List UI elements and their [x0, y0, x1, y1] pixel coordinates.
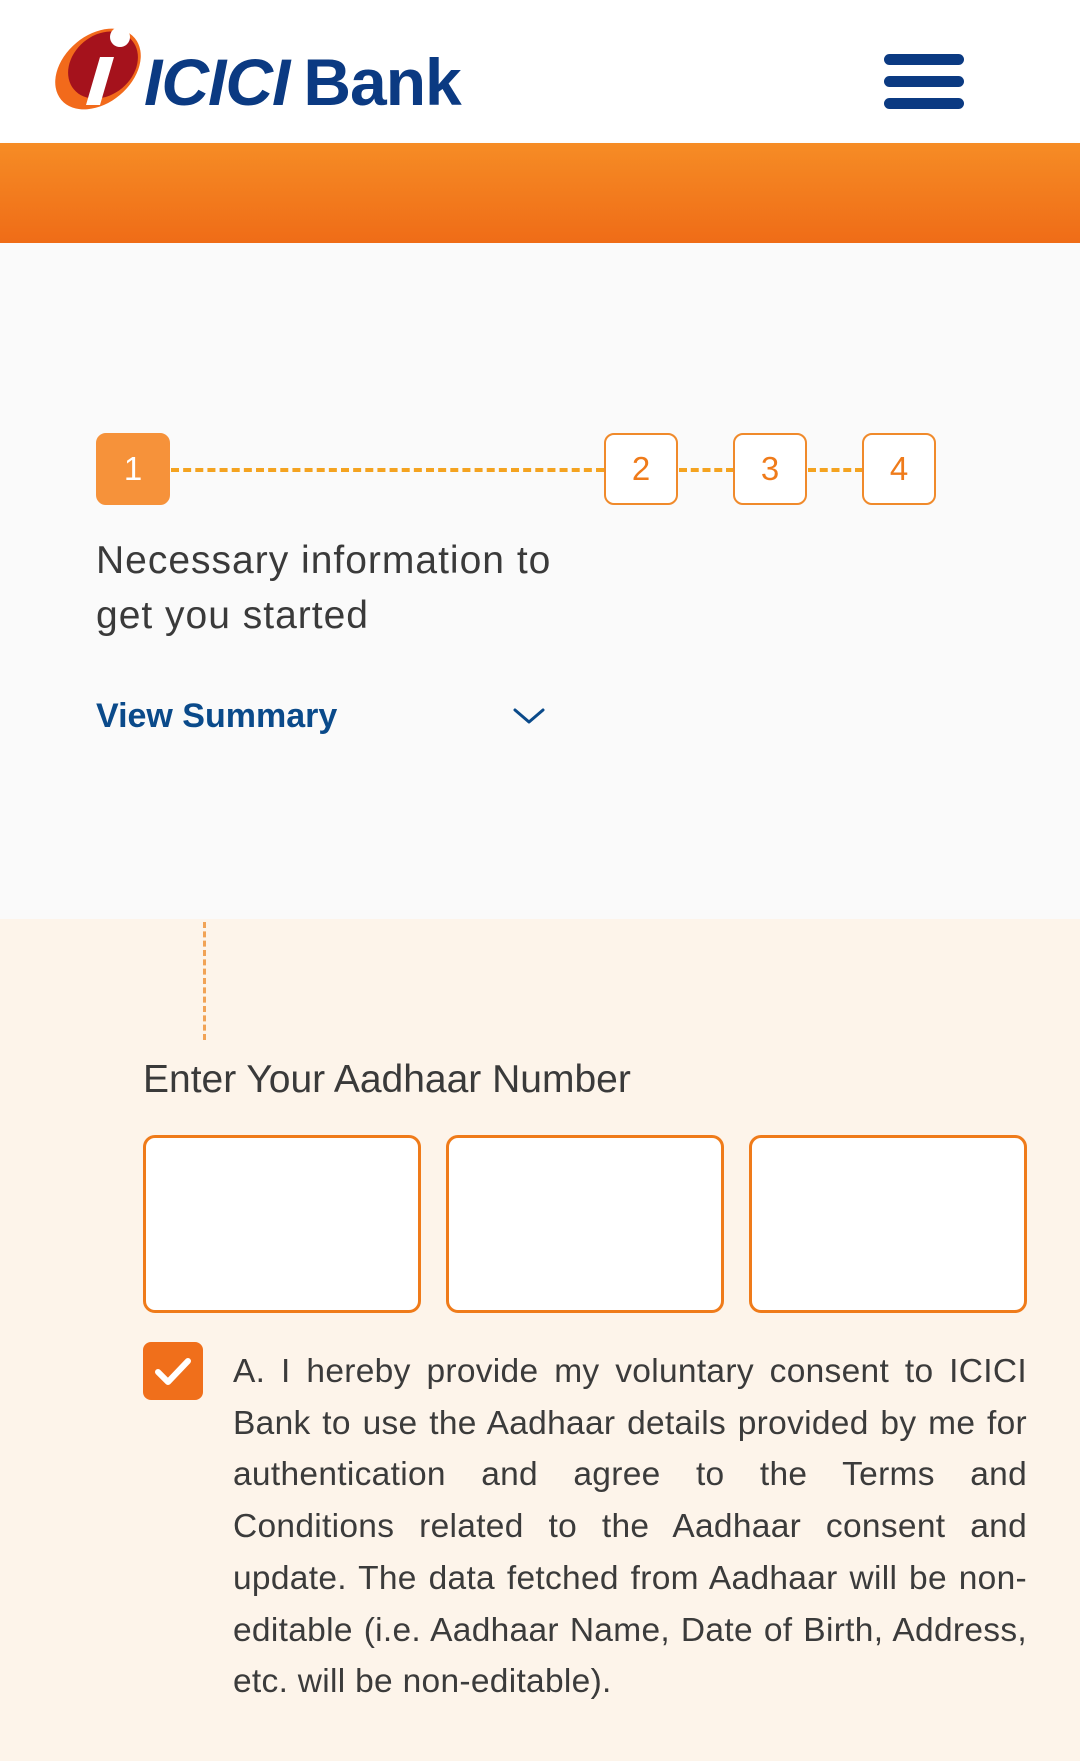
step-4: 4	[862, 433, 936, 505]
app-header: ICICI Bank	[0, 0, 1080, 143]
step-connector	[171, 468, 604, 472]
consent-text: A. I hereby provide my voluntary consent…	[233, 1353, 1027, 1701]
aadhaar-input-part-2[interactable]	[446, 1135, 724, 1313]
step-connector	[808, 468, 863, 472]
view-summary-label: View Summary	[96, 696, 338, 735]
aadhaar-field-2[interactable]	[449, 1138, 721, 1310]
aadhaar-label: Enter Your Aadhaar Number	[143, 1058, 631, 1101]
logo-bank-text: Bank	[303, 45, 461, 119]
icici-bank-logo[interactable]: ICICI Bank	[48, 12, 588, 117]
aadhaar-input-part-3[interactable]	[749, 1135, 1027, 1313]
checkmark-icon	[155, 1358, 191, 1385]
step-connector	[679, 468, 734, 472]
icici-logo-mark-icon	[48, 17, 148, 117]
aadhaar-input-part-1[interactable]	[143, 1135, 421, 1313]
view-summary-toggle[interactable]: View Summary	[96, 691, 546, 741]
progress-stepper-section: 1 2 3 4 Necessary information to get you…	[0, 243, 1080, 919]
aadhaar-field-1[interactable]	[146, 1138, 418, 1310]
hamburger-menu-icon[interactable]	[884, 52, 964, 110]
consent-checkbox[interactable]	[143, 1342, 203, 1400]
chevron-down-icon	[513, 708, 545, 724]
step-2: 2	[604, 433, 678, 505]
aadhaar-field-3[interactable]	[752, 1138, 1024, 1310]
section-divider	[203, 922, 206, 1040]
step-caption: Necessary information to get you started	[96, 539, 552, 637]
logo-icici-text: ICICI	[144, 45, 290, 119]
step-1: 1	[96, 433, 170, 505]
step-3: 3	[733, 433, 807, 505]
logo-text: ICICI Bank	[144, 49, 462, 117]
orange-banner	[0, 143, 1080, 243]
